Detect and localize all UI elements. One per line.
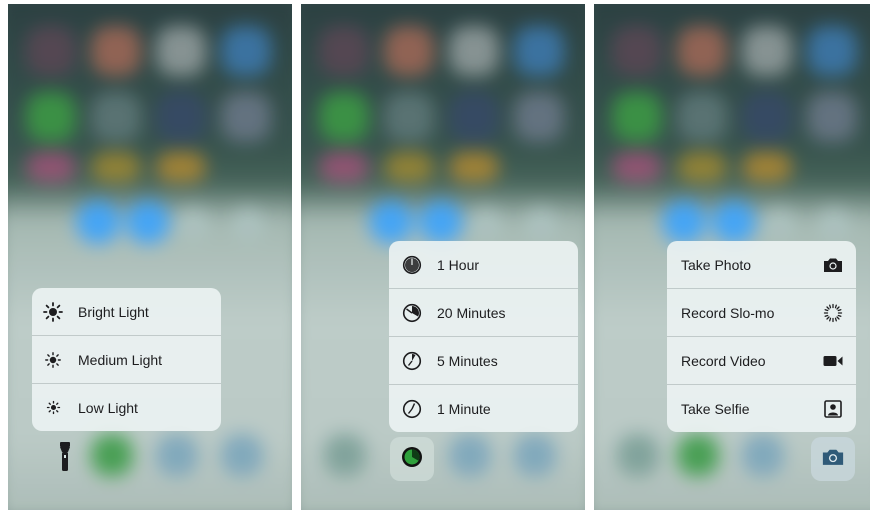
clock-20-minutes-icon [401,302,423,324]
menu-item-label: Take Selfie [681,400,750,417]
menu-item-label: Low Light [78,399,138,416]
menu-item-1-minute[interactable]: 1 Minute [389,385,578,432]
menu-item-take-selfie[interactable]: Take Selfie [667,385,856,432]
menu-item-label: Medium Light [78,351,163,368]
menu-item-record-video[interactable]: Record Video [667,337,856,385]
timer-icon [401,446,423,473]
flashlight-menu: Bright Light Medium Light Low Light [32,288,221,431]
camera-icon [821,448,845,471]
flashlight-button[interactable] [43,437,87,481]
clock-1-minute-icon [401,398,423,420]
clock-5-minutes-icon [401,350,423,372]
timer-panel: 1 Hour 20 Minutes 5 Minutes 1 Minute [301,4,585,510]
flashlight-icon [59,441,71,477]
menu-item-medium-light[interactable]: Medium Light [32,336,221,384]
menu-item-label: Bright Light [78,303,149,320]
video-camera-icon [822,350,844,372]
flashlight-panel: Bright Light Medium Light Low Light [8,4,292,510]
timer-menu: 1 Hour 20 Minutes 5 Minutes 1 Minute [389,241,578,432]
menu-item-low-light[interactable]: Low Light [32,384,221,431]
menu-item-label: 5 Minutes [437,352,498,369]
menu-item-bright-light[interactable]: Bright Light [32,288,221,336]
menu-item-20-minutes[interactable]: 20 Minutes [389,289,578,337]
camera-icon [822,254,844,276]
camera-button[interactable] [811,437,855,481]
selfie-icon [822,398,844,420]
menu-item-label: Record Video [681,352,766,369]
camera-menu: Take Photo Record Slo-mo Record Video Ta… [667,241,856,432]
sun-low-icon [42,397,64,419]
timer-button[interactable] [390,437,434,481]
sun-bright-icon [42,301,64,323]
menu-item-take-photo[interactable]: Take Photo [667,241,856,289]
menu-item-record-slo-mo[interactable]: Record Slo-mo [667,289,856,337]
menu-item-label: 1 Minute [437,400,491,417]
menu-item-label: 20 Minutes [437,304,506,321]
menu-item-1-hour[interactable]: 1 Hour [389,241,578,289]
camera-panel: Take Photo Record Slo-mo Record Video Ta… [594,4,870,510]
clock-1-hour-icon [401,254,423,276]
menu-item-label: Take Photo [681,256,752,273]
menu-item-label: 1 Hour [437,256,480,273]
menu-item-label: Record Slo-mo [681,304,775,321]
menu-item-5-minutes[interactable]: 5 Minutes [389,337,578,385]
slomo-icon [822,302,844,324]
sun-medium-icon [42,349,64,371]
